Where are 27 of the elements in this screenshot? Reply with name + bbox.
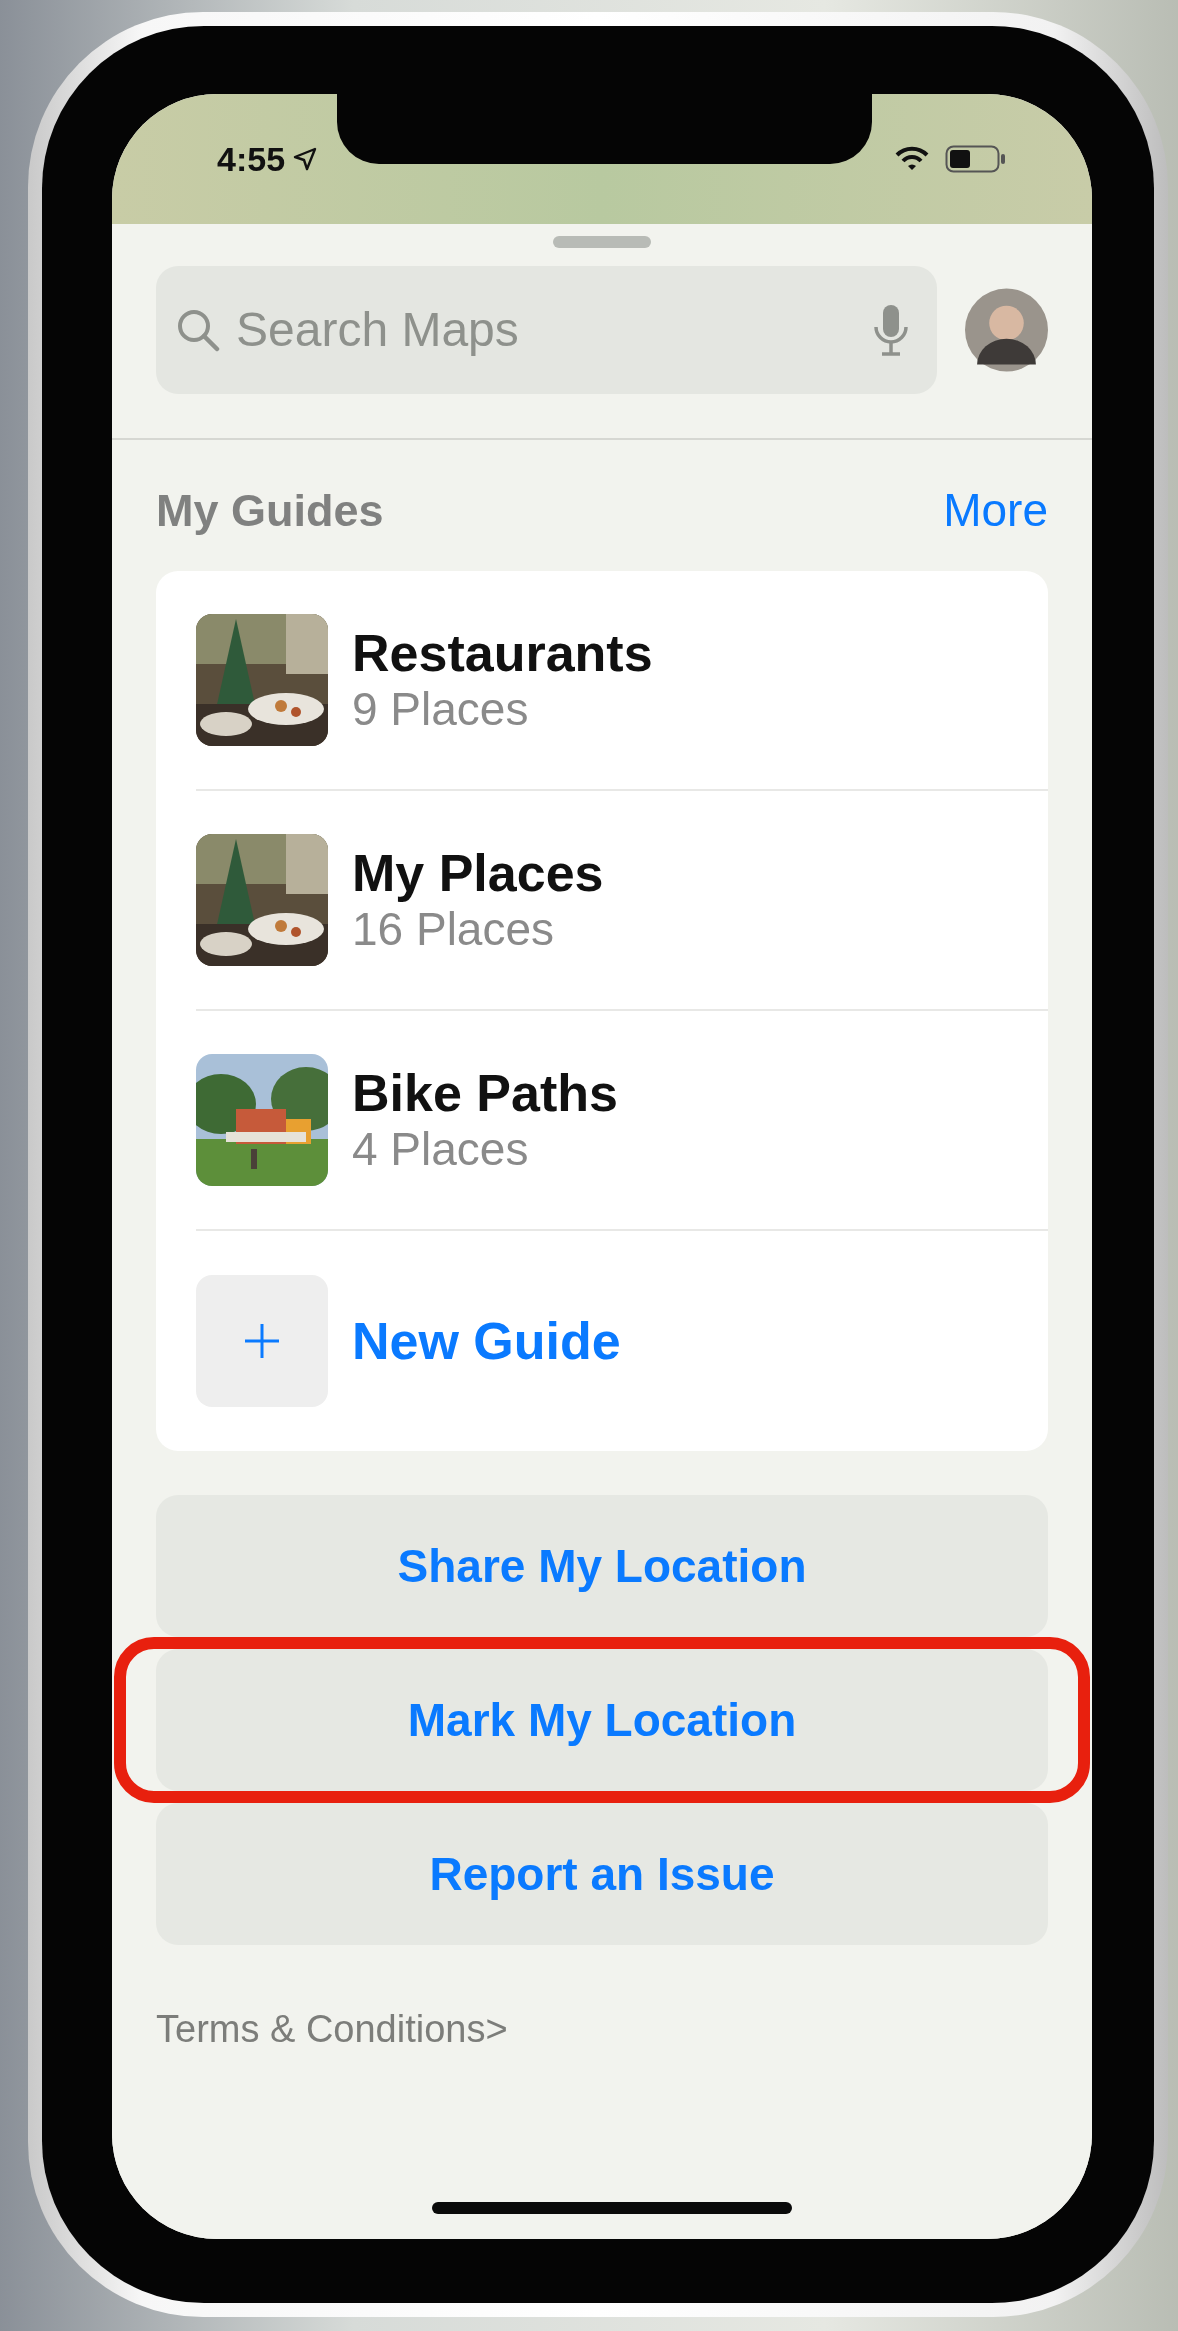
guide-subtitle: 16 Places — [352, 903, 555, 957]
action-button[interactable]: Mark My Location — [156, 1649, 1048, 1791]
search-bar[interactable]: Search Maps — [156, 266, 937, 394]
guide-title: My Places — [352, 843, 604, 904]
guide-title: Restaurants — [352, 623, 653, 684]
wifi-icon — [895, 146, 929, 172]
more-link[interactable]: More — [943, 476, 1048, 545]
section-title: My Guides — [156, 483, 384, 538]
guide-row[interactable]: Bike Paths 4 Places — [196, 1011, 1048, 1231]
guide-subtitle: 9 Places — [352, 683, 530, 737]
add-guide-tile[interactable] — [196, 1275, 328, 1407]
terms-link[interactable]: Terms & Conditions> — [156, 2001, 1048, 2058]
drag-handle[interactable] — [553, 236, 651, 248]
location-arrow-icon — [293, 147, 318, 171]
search-icon — [176, 308, 220, 352]
new-guide-link[interactable]: New Guide — [352, 1302, 621, 1380]
guide-row[interactable]: Restaurants 9 Places — [196, 571, 1048, 791]
guide-title: Bike Paths — [352, 1063, 618, 1124]
battery-icon — [945, 145, 1007, 173]
status-time: 4:55 — [217, 138, 286, 180]
plus-icon — [242, 1321, 282, 1361]
guide-row[interactable]: My Places 16 Places — [196, 791, 1048, 1011]
search-field[interactable]: Search Maps — [234, 293, 859, 367]
action-button[interactable]: Share My Location — [156, 1495, 1048, 1637]
microphone-icon[interactable] — [873, 303, 909, 357]
action-button[interactable]: Report an Issue — [156, 1803, 1048, 1945]
guide-subtitle: 4 Places — [352, 1123, 530, 1177]
